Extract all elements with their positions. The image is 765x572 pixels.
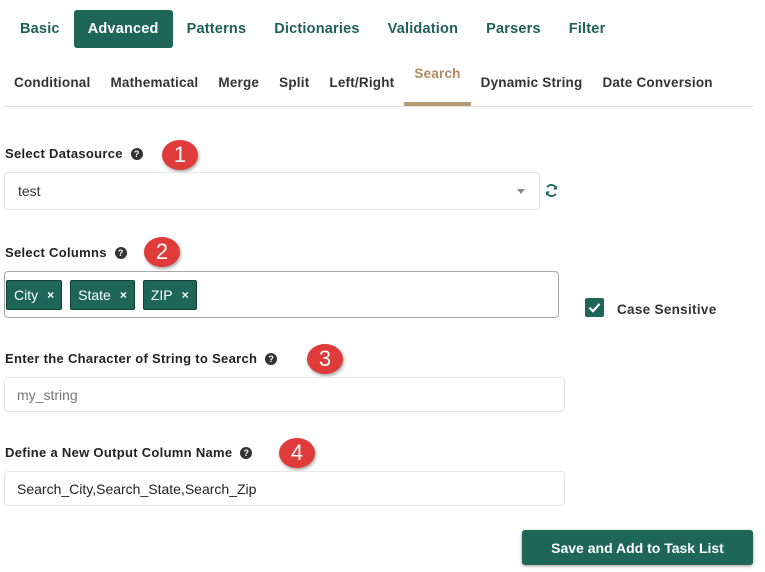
close-icon[interactable]: ×	[47, 288, 54, 302]
save-and-add-button[interactable]: Save and Add to Task List	[522, 530, 753, 565]
tab-merge[interactable]: Merge	[208, 60, 269, 104]
step-marker-1: 1	[162, 140, 198, 170]
tab-patterns[interactable]: Patterns	[173, 10, 261, 48]
tab-date-conversion[interactable]: Date Conversion	[592, 60, 722, 104]
tab-search[interactable]: Search	[404, 60, 471, 106]
tab-filter[interactable]: Filter	[555, 10, 620, 48]
column-chip-state: State ×	[70, 279, 135, 310]
columns-multiselect[interactable]: City × State × ZIP ×	[4, 271, 559, 318]
tab-dynamic-string[interactable]: Dynamic String	[471, 60, 593, 104]
case-sensitive-label: Case Sensitive	[617, 302, 717, 317]
close-icon[interactable]: ×	[120, 288, 127, 302]
case-sensitive-checkbox[interactable]	[585, 298, 604, 317]
secondary-tabs: Conditional Mathematical Merge Split Lef…	[4, 60, 754, 107]
output-column-label-row: Define a New Output Column Name ?	[5, 445, 253, 460]
tab-left-right[interactable]: Left/Right	[319, 60, 404, 104]
tab-advanced[interactable]: Advanced	[73, 10, 173, 48]
chevron-down-icon	[517, 189, 525, 194]
chip-label: State	[78, 286, 111, 303]
column-chip-city: City ×	[6, 279, 63, 310]
checkmark-icon	[588, 303, 601, 313]
datasource-value: test	[18, 183, 41, 199]
tab-validation[interactable]: Validation	[374, 10, 473, 48]
search-string-label-row: Enter the Character of String to Search …	[5, 351, 278, 366]
search-string-label: Enter the Character of String to Search	[5, 351, 258, 366]
tab-parsers[interactable]: Parsers	[472, 10, 555, 48]
help-icon[interactable]: ?	[240, 446, 253, 459]
chip-label: ZIP	[150, 286, 173, 303]
close-icon[interactable]: ×	[182, 288, 189, 302]
help-icon[interactable]: ?	[114, 246, 127, 259]
datasource-label-row: Select Datasource ?	[5, 146, 143, 161]
tab-conditional[interactable]: Conditional	[4, 60, 100, 104]
search-string-input[interactable]	[4, 377, 565, 412]
datasource-label: Select Datasource	[5, 146, 123, 161]
chip-label: City	[14, 286, 39, 303]
output-column-input[interactable]	[4, 471, 565, 506]
columns-label: Select Columns	[5, 245, 107, 260]
columns-label-row: Select Columns ?	[5, 245, 127, 260]
primary-tabs: Basic Advanced Patterns Dictionaries Val…	[6, 10, 619, 48]
tab-basic[interactable]: Basic	[6, 10, 74, 48]
column-chip-zip: ZIP ×	[142, 279, 197, 310]
refresh-icon[interactable]	[544, 183, 559, 198]
output-column-label: Define a New Output Column Name	[5, 445, 233, 460]
tab-dictionaries[interactable]: Dictionaries	[260, 10, 373, 48]
tab-split[interactable]: Split	[269, 60, 319, 104]
step-marker-2: 2	[144, 237, 180, 267]
help-icon[interactable]: ?	[265, 352, 278, 365]
step-marker-3: 3	[307, 344, 343, 374]
step-marker-4: 4	[279, 438, 315, 468]
datasource-select[interactable]: test	[4, 172, 540, 210]
help-icon[interactable]: ?	[130, 147, 143, 160]
tab-mathematical[interactable]: Mathematical	[100, 60, 208, 104]
